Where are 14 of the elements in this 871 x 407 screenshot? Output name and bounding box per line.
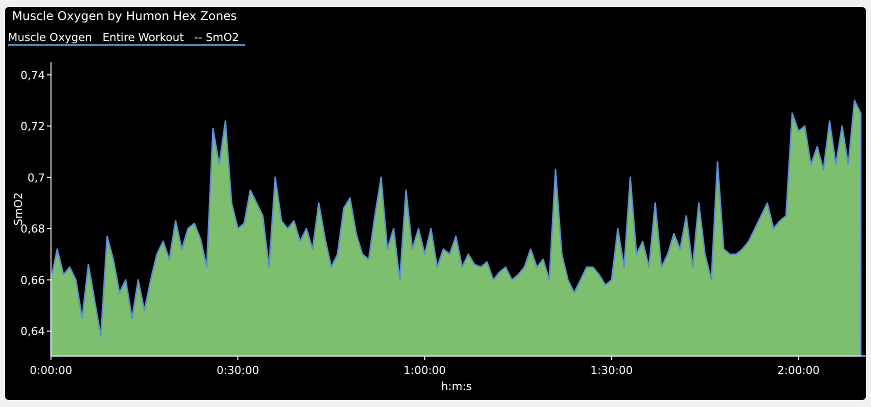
axis-title: h:m:s [441,380,472,393]
tick-label: 0,66 [20,274,45,287]
tick-label: 0,7 [28,171,45,184]
tick-label: 0:00:00 [30,364,72,377]
tick-label: 0,64 [20,325,45,338]
tick-label: 0,68 [20,222,45,236]
tick-label: 0,74 [20,68,45,82]
tick-label: 0,72 [20,120,45,134]
tick-label: 2:00:00 [777,364,820,377]
tick-label: 1:00:00 [404,364,446,377]
legend-label: Muscle Oxygen Entire Workout -- SmO2 [8,31,246,46]
tick-label: 1:30:00 [590,364,633,377]
tick-label: 0:30:00 [216,364,260,377]
window-title: Muscle Oxygen by Humon Hex Zones [11,8,237,25]
